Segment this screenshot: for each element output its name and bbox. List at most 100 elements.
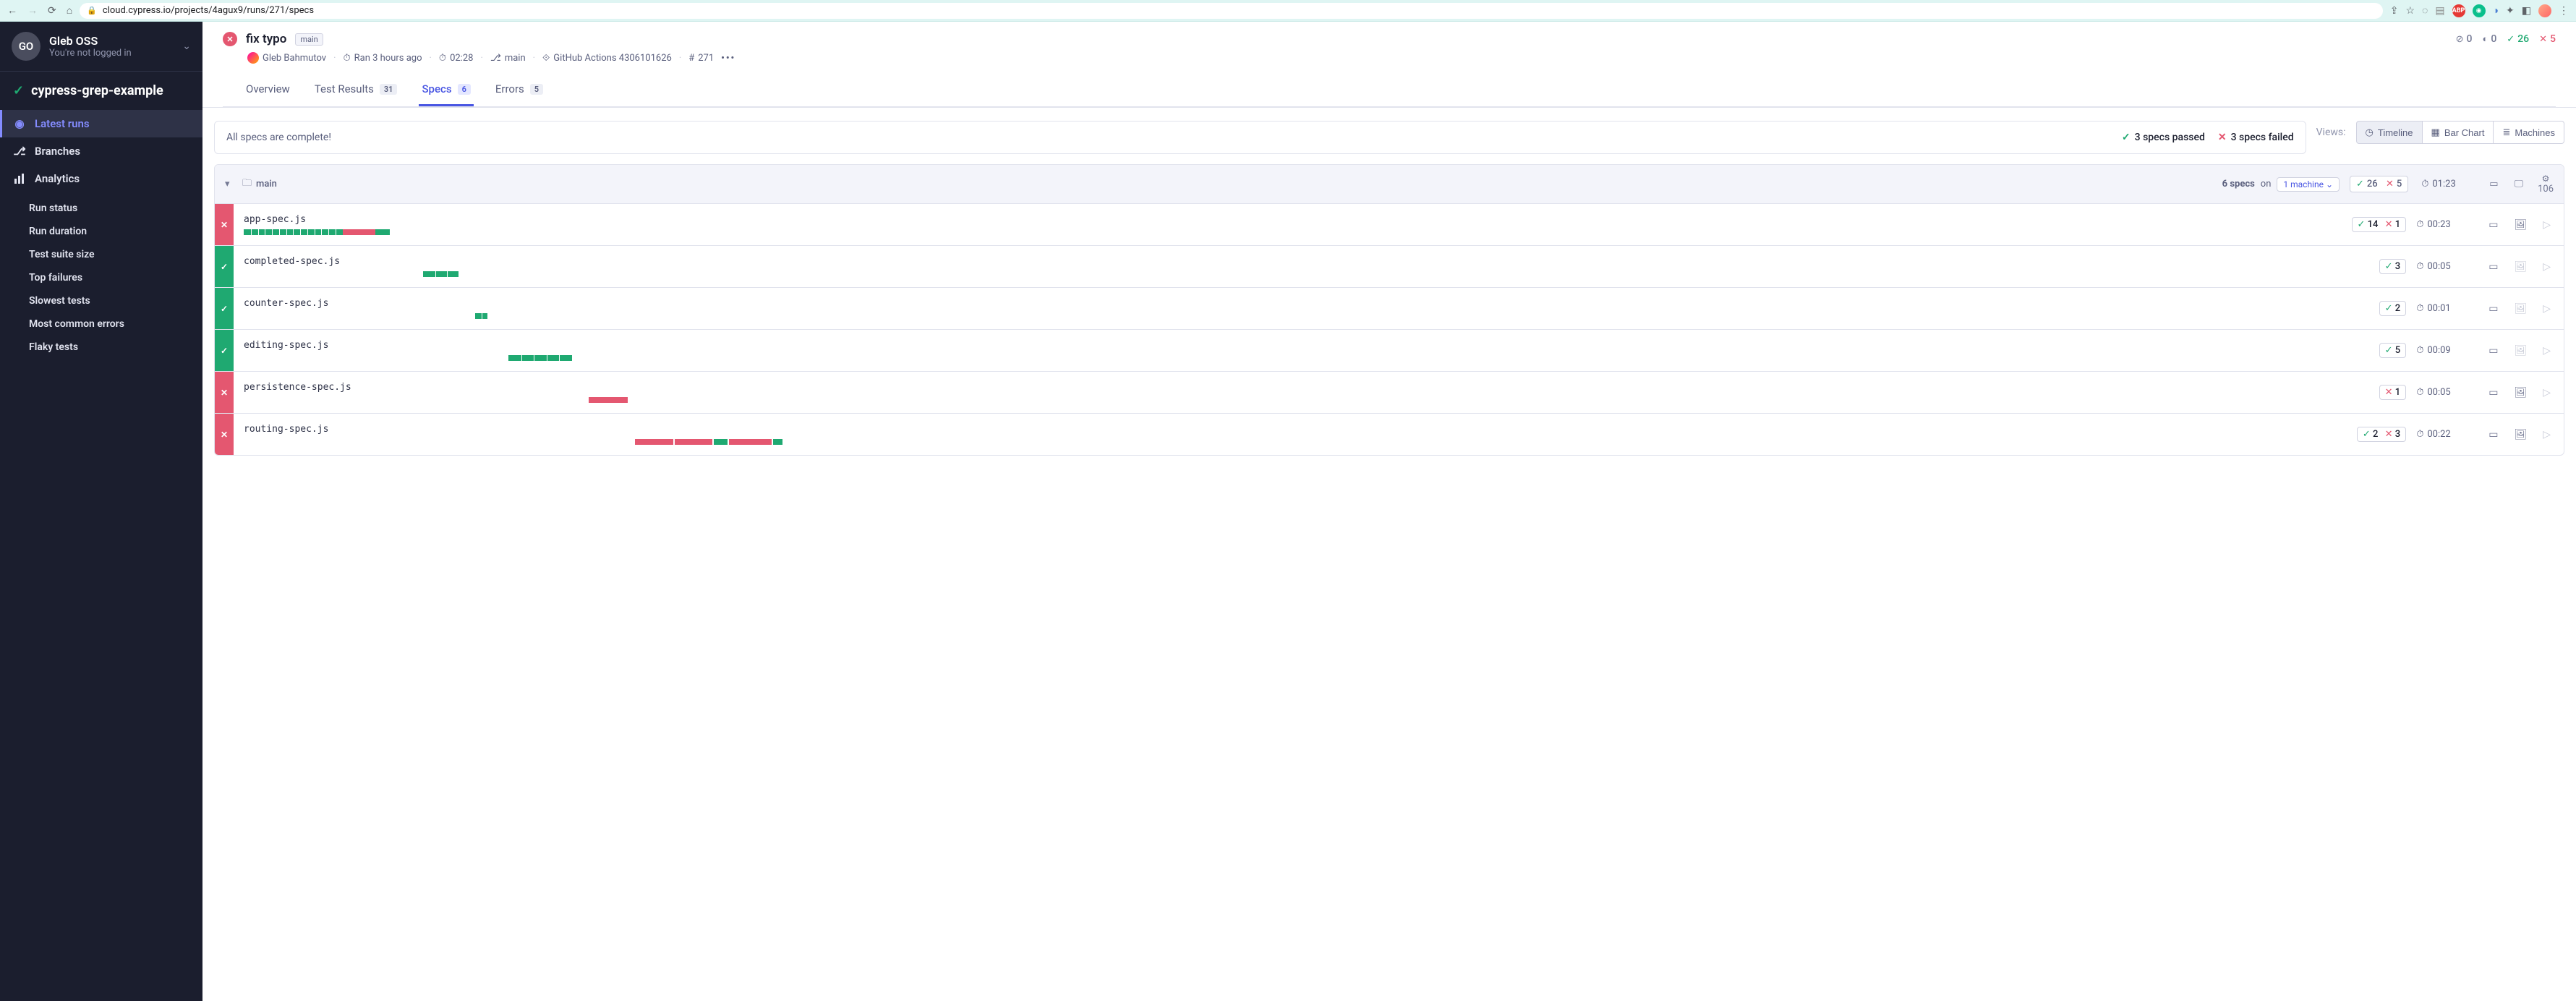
check-icon: ✓ — [2507, 34, 2515, 45]
output-icon[interactable]: ▭ — [2488, 261, 2498, 273]
author[interactable]: Gleb Bahmutov — [247, 52, 326, 64]
extensions-icon[interactable]: ✦ — [2506, 5, 2515, 17]
spec-row[interactable]: ✕app-spec.js✓ 14 ✕ 1⏱00:23▭🖼▷ — [215, 203, 2564, 245]
view-timeline-button[interactable]: ◷Timeline — [2356, 121, 2423, 144]
analytics-sub-item[interactable]: Most common errors — [0, 312, 202, 336]
play-icon[interactable]: ▷ — [2543, 429, 2551, 440]
output-icon[interactable]: ▭ — [2488, 429, 2498, 440]
output-icon[interactable]: ▭ — [2488, 345, 2498, 357]
play-icon[interactable]: ▷ — [2543, 345, 2551, 357]
analytics-sub-item[interactable]: Run duration — [0, 220, 202, 243]
chevron-down-icon: ⌄ — [182, 41, 191, 52]
url-bar[interactable]: 🔒 cloud.cypress.io/projects/4agux9/runs/… — [80, 3, 2383, 19]
ci[interactable]: ⟐GitHub Actions 4306101626 — [542, 53, 672, 64]
ext-1-icon[interactable]: ◌ — [2422, 4, 2428, 17]
spec-name: routing-spec.js — [244, 424, 2337, 435]
spec-time: ⏱00:05 — [2416, 372, 2475, 413]
project-row[interactable]: ✓ cypress-grep-example — [0, 72, 202, 110]
play-icon[interactable]: ▷ — [2543, 387, 2551, 399]
mini-stat: ✕ 1 — [2379, 385, 2407, 400]
output-icon[interactable]: ▭ — [2488, 387, 2498, 399]
analytics-sub-item[interactable]: Run status — [0, 197, 202, 220]
view-machines-button[interactable]: ≣Machines — [2493, 121, 2564, 144]
link-icon: ⟐ — [542, 53, 550, 64]
view-barchart-button[interactable]: ▦Bar Chart — [2422, 121, 2494, 144]
project-name: cypress-grep-example — [31, 83, 163, 98]
analytics-sub-item[interactable]: Test suite size — [0, 243, 202, 266]
output-icon[interactable]: ▭ — [2488, 303, 2498, 315]
spec-body: persistence-spec.js — [234, 372, 2351, 413]
timeline-track — [244, 439, 2337, 445]
reload-icon[interactable]: ⟳ — [48, 5, 56, 17]
timeline-track — [244, 397, 2341, 403]
profile-avatar[interactable] — [2538, 4, 2551, 17]
nav-analytics[interactable]: Analytics — [0, 165, 202, 192]
views-row: Views: ◷Timeline ▦Bar Chart ≣Machines — [2316, 121, 2564, 144]
ext-2-icon[interactable]: ▤ — [2435, 5, 2444, 17]
org-switcher[interactable]: GO Gleb OSS You're not logged in ⌄ — [0, 22, 202, 72]
monitor-icon[interactable]: 🖵 — [2515, 179, 2524, 189]
ext-green-icon[interactable]: ◉ — [2473, 4, 2486, 17]
spec-row[interactable]: ✕persistence-spec.js✕ 1⏱00:05▭🖼▷ — [215, 371, 2564, 413]
bookmark-icon[interactable]: ☆ — [2405, 5, 2415, 17]
mini-stat: ✓ 5 — [2379, 343, 2407, 358]
share-icon[interactable]: ⇪ — [2390, 5, 2399, 17]
mini-stat: ✓ 14 ✕ 1 — [2352, 217, 2407, 232]
spec-row[interactable]: ✓editing-spec.js✓ 5⏱00:09▭🖼▷ — [215, 329, 2564, 371]
home-icon[interactable]: ⌂ — [67, 4, 72, 17]
screenshot-icon[interactable]: 🖼 — [2514, 303, 2527, 315]
back-icon[interactable]: ← — [7, 4, 17, 17]
screenshot-icon[interactable]: 🖼 — [2514, 261, 2527, 273]
stat-pending: ◐0 — [2482, 33, 2496, 45]
forward-icon[interactable]: → — [27, 4, 38, 17]
play-icon[interactable]: ▷ — [2543, 219, 2551, 231]
machine-select[interactable]: 1 machine ⌄ — [2277, 177, 2340, 192]
status-fail-icon: ✕ — [223, 32, 237, 46]
pending-icon: ◐ — [2482, 33, 2488, 45]
spec-row[interactable]: ✓completed-spec.js✓ 3⏱00:05▭🖼▷ — [215, 245, 2564, 287]
screenshot-icon[interactable]: 🖼 — [2514, 387, 2527, 399]
branch[interactable]: ⎇main — [490, 53, 526, 64]
stat-failed: ✕5 — [2539, 33, 2556, 45]
timeline-segment — [773, 439, 782, 445]
check-icon: ✓ — [13, 83, 24, 98]
analytics-sub-item[interactable]: Top failures — [0, 266, 202, 289]
timeline-segment — [508, 355, 572, 361]
panel-icon[interactable]: ◧ — [2522, 5, 2531, 17]
spec-actions: ▭ 🖼 ▷ — [2475, 414, 2564, 455]
org-avatar: GO — [12, 32, 40, 61]
analytics-sub-item[interactable]: Flaky tests — [0, 336, 202, 359]
gear-icon[interactable]: ⚙ — [2538, 174, 2554, 184]
screenshot-icon[interactable]: 🖼 — [2514, 345, 2527, 357]
output-icon[interactable]: ▭ — [2489, 179, 2498, 189]
collapse-toggle[interactable]: ▾ — [225, 179, 242, 189]
mini-stat: ✓ 2 ✕ 3 — [2357, 427, 2406, 442]
tab-specs[interactable]: Specs6 — [419, 75, 473, 106]
tabs: Overview Test Results31 Specs6 Errors5 — [223, 75, 2556, 107]
screenshot-icon[interactable]: 🖼 — [2514, 429, 2527, 440]
abp-icon[interactable]: ABP — [2452, 4, 2465, 17]
play-icon[interactable]: ▷ — [2543, 303, 2551, 315]
tab-overview[interactable]: Overview — [243, 75, 293, 106]
ext-3-icon[interactable]: ◑ — [2493, 4, 2499, 17]
tab-test-results[interactable]: Test Results31 — [312, 75, 401, 106]
chrome-menu-icon[interactable]: ⋮ — [2559, 5, 2569, 17]
stat-skipped: ⊘0 — [2456, 33, 2473, 45]
output-icon[interactable]: ▭ — [2488, 219, 2498, 231]
summary-passed: 3 specs passed — [2122, 132, 2205, 143]
spec-row[interactable]: ✓counter-spec.js✓ 2⏱00:01▭🖼▷ — [215, 287, 2564, 329]
status-fail-icon: ✕ — [215, 204, 234, 245]
screenshot-icon[interactable]: 🖼 — [2514, 219, 2527, 231]
more-menu[interactable]: ••• — [721, 53, 735, 64]
nav-branches[interactable]: ⎇ Branches — [0, 137, 202, 165]
timeline-segment — [343, 229, 376, 235]
analytics-sub-item[interactable]: Slowest tests — [0, 289, 202, 312]
tab-errors[interactable]: Errors5 — [492, 75, 546, 106]
status-pass-icon: ✓ — [215, 246, 234, 287]
play-icon[interactable]: ▷ — [2543, 261, 2551, 273]
spec-time: ⏱00:09 — [2416, 330, 2475, 371]
nav-label: Latest runs — [35, 117, 90, 130]
nav-latest-runs[interactable]: ◉ Latest runs — [0, 110, 202, 137]
spec-row[interactable]: ✕routing-spec.js✓ 2 ✕ 3⏱00:22▭🖼▷ — [215, 413, 2564, 455]
summary-bar: All specs are complete! 3 specs passed 3… — [214, 121, 2306, 154]
